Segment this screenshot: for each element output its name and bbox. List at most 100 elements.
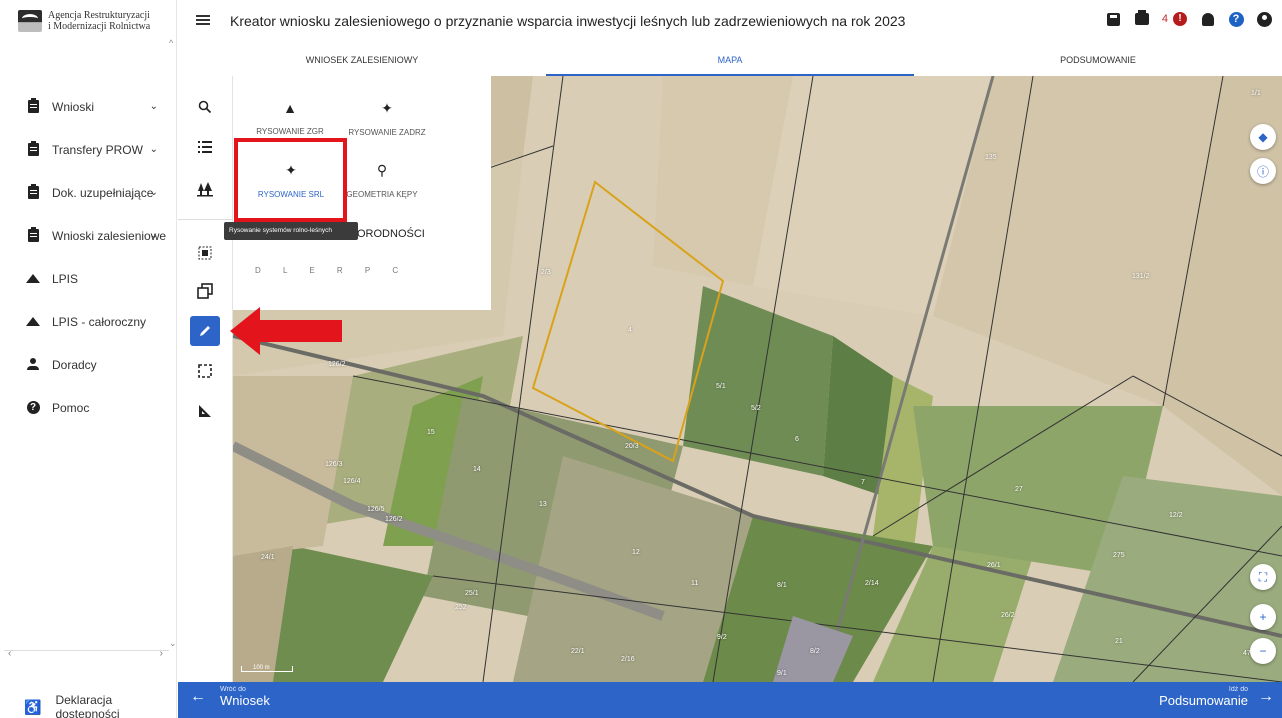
logo-line-2: i Modernizacji Rolnictwa <box>48 21 151 32</box>
sidebar-item-lpis-caloroczny[interactable]: LPIS - całoroczny <box>0 300 170 343</box>
ruler-angle-icon <box>199 405 211 417</box>
back-button[interactable]: ← Wróć do Wniosek <box>190 686 270 708</box>
select-area-tool-button[interactable] <box>190 238 220 268</box>
search-tool-button[interactable] <box>190 92 220 122</box>
info-icon: ⓘ <box>1256 164 1269 179</box>
next-button[interactable]: Idź do Podsumowanie → <box>1159 686 1274 708</box>
page-title: Kreator wniosku zalesieniowego o przyzna… <box>230 13 906 29</box>
parcel-label: 126/3 <box>325 461 343 468</box>
parcel-label: 9/1 <box>777 670 787 677</box>
zoom-out-button[interactable]: − <box>1250 638 1276 664</box>
clipboard-icon <box>26 184 40 200</box>
sidebar-item-label: Dok. uzupełniające <box>52 185 154 200</box>
minus-icon: − <box>1259 644 1267 658</box>
forest-icon <box>197 182 213 197</box>
alert-icon: ! <box>1173 12 1187 26</box>
arimr-logo[interactable]: Agencja Restrukturyzacji i Modernizacji … <box>18 10 150 32</box>
print-icon <box>1134 10 1149 25</box>
sidebar-scroll-up-icon[interactable]: ^ <box>169 38 173 48</box>
dashed-select-tool-button[interactable] <box>190 356 220 386</box>
clump-geometry-option[interactable]: ⚲ GEOMETRIA KĘPY <box>342 162 422 199</box>
zoom-in-button[interactable]: + <box>1250 604 1276 630</box>
pencil-icon <box>200 326 210 336</box>
next-target: Podsumowanie <box>1159 693 1248 708</box>
sidebar-item-wnioski[interactable]: Wnioski ⌄ <box>0 85 170 128</box>
tree-icon: ▲ <box>283 100 297 116</box>
search-icon <box>198 100 212 114</box>
chevron-down-icon: ⌄ <box>149 101 158 112</box>
clipboard-icon <box>26 98 40 114</box>
notifications-button[interactable] <box>1200 11 1216 27</box>
forest-tool-button[interactable] <box>190 174 220 204</box>
arrow-right-icon: → <box>1258 688 1274 705</box>
draw-zadrz-option[interactable]: ✦ RYSOWANIE ZADRZ <box>338 100 436 137</box>
parcel-label: 275 <box>1113 552 1125 559</box>
scroll-left-icon[interactable]: ‹ <box>8 648 11 659</box>
alerts-button[interactable]: ! <box>1172 11 1188 27</box>
draw-zgr-label: RYSOWANIE ZGR <box>256 127 324 136</box>
fullscreen-button[interactable]: ⛶ <box>1250 564 1276 590</box>
parcel-label: 15 <box>427 429 435 436</box>
layers-icon: ◆ <box>1258 130 1268 144</box>
tab-wniosek-zalesieniowy[interactable]: WNIOSEK ZALESIENIOWY <box>178 46 546 76</box>
next-caption: Idź do <box>1228 686 1248 693</box>
sidebar-item-pomoc[interactable]: ? Pomoc <box>0 386 170 429</box>
parcel-label: 126/2 <box>328 361 346 368</box>
draw-zgr-option[interactable]: ▲ RYSOWANIE ZGR <box>250 100 330 136</box>
user-button[interactable] <box>1256 11 1272 27</box>
menu-icon[interactable] <box>196 15 210 25</box>
measure-tool-button[interactable] <box>190 396 220 426</box>
sidebar-item-dok-uzupelniajace[interactable]: Dok. uzupełniające ⌄ <box>0 171 170 214</box>
parcel-label: 13 <box>539 501 547 508</box>
back-caption: Wróć do <box>220 686 246 693</box>
draw-zadrz-label: RYSOWANIE ZADRZ <box>348 128 426 137</box>
parcel-label: 20/3 <box>625 443 639 450</box>
parcel-label: 5/1 <box>716 383 726 390</box>
mountain-icon <box>26 315 40 329</box>
parcel-label: 252 <box>455 604 467 611</box>
parcel-label: 126/4 <box>343 478 361 485</box>
tab-podsumowanie[interactable]: PODSUMOWANIE <box>914 46 1282 76</box>
sidebar-scroll-down-icon[interactable]: ⌄ <box>169 638 177 649</box>
sidebar-item-label: Transfery PROW <box>52 142 143 157</box>
sidebar-item-transfery-prow[interactable]: Transfery PROW ⌄ <box>0 128 170 171</box>
parcel-label: 8/1 <box>777 582 787 589</box>
parcel-label: 9/2 <box>717 634 727 641</box>
mountain-icon <box>26 272 40 286</box>
chevron-down-icon: ⌄ <box>149 230 158 241</box>
logo-line-1: Agencja Restrukturyzacji <box>48 10 150 21</box>
person-icon <box>26 358 40 372</box>
copy-geometry-tool-button[interactable] <box>190 276 220 306</box>
parcel-label: 11 <box>691 580 699 587</box>
accessibility-declaration-link[interactable]: ♿ Deklaracja dostępności <box>24 693 176 718</box>
layers-button[interactable]: ◆ <box>1250 124 1276 150</box>
sidebar-item-label: Pomoc <box>52 400 90 415</box>
info-button[interactable]: ⓘ <box>1250 158 1276 184</box>
accessibility-label: Deklaracja dostępności <box>55 693 120 718</box>
sidebar-item-lpis[interactable]: LPIS <box>0 257 170 300</box>
user-icon <box>1256 11 1272 27</box>
help-button[interactable]: ? <box>1228 11 1244 27</box>
sidebar-horizontal-scrollbar[interactable]: ‹ › <box>4 648 169 660</box>
sidebar-item-wnioski-zalesieniowe[interactable]: Wnioski zalesieniowe ⌄ <box>0 214 170 257</box>
list-tool-button[interactable] <box>190 132 220 162</box>
sidebar: Agencja Restrukturyzacji i Modernizacji … <box>0 0 177 718</box>
scroll-right-icon[interactable]: › <box>160 648 163 659</box>
print-button[interactable] <box>1134 10 1150 27</box>
clump-geometry-label: GEOMETRIA KĘPY <box>346 190 418 199</box>
draw-tool-button[interactable] <box>190 316 220 346</box>
parcel-label: 5/2 <box>751 405 761 412</box>
parcel-label: 21 <box>1115 638 1123 645</box>
sidebar-item-doradcy[interactable]: Doradcy <box>0 343 170 386</box>
parcel-label: 14 <box>473 466 481 473</box>
tool-separator <box>178 219 233 220</box>
tab-mapa[interactable]: MAPA <box>546 46 914 76</box>
tooltip: Rysowanie systemów rolno-leśnych <box>224 222 358 240</box>
sprout-icon: ✦ <box>381 100 393 116</box>
tab-bar: WNIOSEK ZALESIENIOWY MAPA PODSUMOWANIE <box>178 46 1282 76</box>
select-area-icon <box>198 246 212 260</box>
parcel-label: 2/16 <box>621 656 635 663</box>
save-button[interactable] <box>1106 11 1122 27</box>
parcel-label: 8/2 <box>810 648 820 655</box>
parcel-label: 7 <box>861 479 865 486</box>
